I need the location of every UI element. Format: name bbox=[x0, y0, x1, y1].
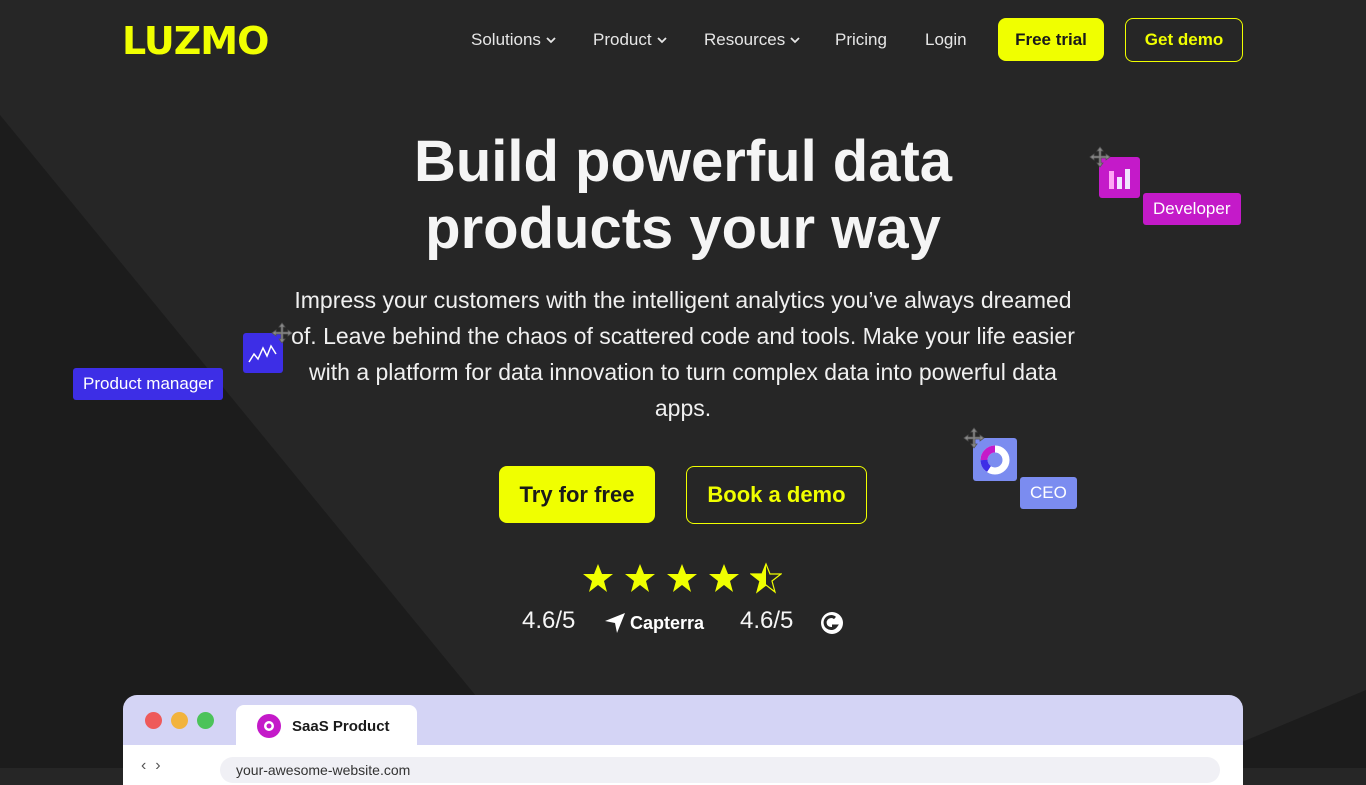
capterra-name: Capterra bbox=[630, 612, 705, 633]
browser-tab-title: SaaS Product bbox=[292, 717, 390, 735]
nav-item-label: Login bbox=[925, 30, 967, 49]
browser-address-bar: ‹ › your-awesome-website.com bbox=[123, 745, 1243, 785]
ceo-tag: CEO bbox=[1020, 477, 1077, 509]
window-maximize-dot bbox=[197, 712, 214, 729]
browser-tab[interactable]: SaaS Product bbox=[236, 705, 417, 747]
free-trial-button[interactable]: Free trial bbox=[998, 18, 1104, 61]
developer-tag: Developer bbox=[1143, 193, 1241, 225]
hero-title-line-1: Build powerful data bbox=[413, 129, 953, 194]
chevron-down-icon bbox=[656, 37, 667, 44]
chevron-down-icon bbox=[546, 37, 556, 44]
browser-nav-arrows[interactable]: ‹ › bbox=[141, 757, 161, 775]
nav-item-resources[interactable]: Resources bbox=[704, 30, 801, 50]
star-icon bbox=[667, 564, 697, 592]
top-navigation: LUZMO Solutions Product Resources Pricin… bbox=[0, 0, 1366, 80]
star-icon bbox=[709, 564, 739, 592]
capterra-rating: 4.6/5 bbox=[522, 607, 576, 634]
g2-rating: 4.6/5 bbox=[740, 607, 794, 634]
saas-product-logo-icon bbox=[257, 714, 281, 738]
star-icon bbox=[625, 564, 655, 592]
svg-text:LUZMO: LUZMO bbox=[122, 20, 268, 60]
nav-item-pricing[interactable]: Pricing bbox=[835, 30, 887, 50]
url-field[interactable]: your-awesome-website.com bbox=[220, 757, 1220, 783]
browser-mockup: SaaS Product ‹ › your-awesome-website.co… bbox=[123, 695, 1243, 785]
window-close-dot bbox=[145, 712, 162, 729]
capterra-logo: Capterra bbox=[604, 612, 704, 634]
nav-item-label: Solutions bbox=[471, 30, 541, 49]
g2-logo-icon bbox=[821, 612, 843, 634]
nav-item-solutions[interactable]: Solutions bbox=[471, 30, 557, 50]
luzmo-logo[interactable]: LUZMO bbox=[122, 20, 274, 60]
hero-title-line-2: products your way bbox=[425, 196, 941, 261]
product-manager-tag: Product manager bbox=[73, 368, 224, 400]
rating-stars bbox=[582, 562, 782, 594]
chevron-down-icon bbox=[790, 37, 800, 44]
star-icon bbox=[583, 564, 613, 592]
nav-item-label: Product bbox=[593, 30, 652, 49]
hero-title: Build powerful data products your way bbox=[283, 128, 1083, 262]
move-cursor-icon bbox=[963, 427, 985, 449]
get-demo-button[interactable]: Get demo bbox=[1125, 18, 1243, 62]
window-minimize-dot bbox=[171, 712, 188, 729]
move-cursor-icon bbox=[271, 322, 293, 344]
book-a-demo-button[interactable]: Book a demo bbox=[686, 466, 867, 524]
nav-item-product[interactable]: Product bbox=[593, 30, 668, 50]
half-star-icon bbox=[750, 562, 782, 594]
nav-item-label: Pricing bbox=[835, 30, 887, 49]
nav-item-label: Resources bbox=[704, 30, 786, 49]
try-for-free-button[interactable]: Try for free bbox=[499, 466, 655, 523]
capterra-arrow-icon bbox=[605, 613, 625, 633]
hero-subtitle: Impress your customers with the intellig… bbox=[291, 287, 1075, 421]
move-cursor-icon bbox=[1089, 146, 1111, 168]
nav-item-login[interactable]: Login bbox=[925, 30, 967, 50]
